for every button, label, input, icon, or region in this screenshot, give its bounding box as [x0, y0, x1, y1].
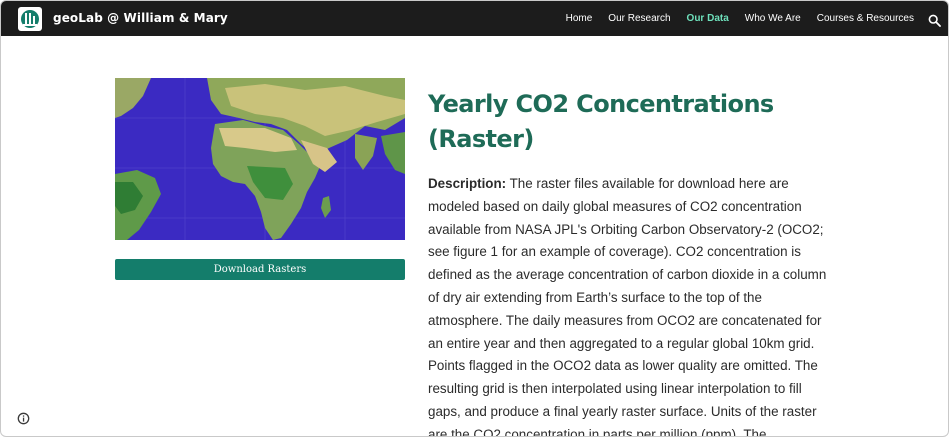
description-label: Description:: [428, 176, 507, 191]
world-map-image: [115, 78, 405, 240]
description-paragraph: Description: The raster files available …: [428, 173, 832, 437]
main-nav: Home Our Research Our Data Who We Are Co…: [550, 1, 914, 36]
description-text: The raster files available for download …: [428, 176, 827, 437]
page-title: Yearly CO2 Concentrations (Raster): [428, 90, 774, 153]
page: geoLab @ William & Mary Home Our Researc…: [0, 0, 949, 437]
nav-our-data[interactable]: Our Data: [687, 13, 729, 24]
top-navigation-bar: geoLab @ William & Mary Home Our Researc…: [1, 1, 948, 36]
site-title[interactable]: geoLab @ William & Mary: [53, 11, 228, 25]
nav-home[interactable]: Home: [566, 13, 593, 24]
nav-who-we-are[interactable]: Who We Are: [745, 13, 801, 24]
download-rasters-button[interactable]: Download Rasters: [115, 259, 405, 280]
geolab-logo[interactable]: [18, 7, 42, 31]
nav-courses-resources[interactable]: Courses & Resources: [817, 13, 914, 24]
search-icon[interactable]: [928, 12, 941, 27]
info-icon[interactable]: [17, 410, 30, 425]
nav-our-research[interactable]: Our Research: [608, 13, 670, 24]
